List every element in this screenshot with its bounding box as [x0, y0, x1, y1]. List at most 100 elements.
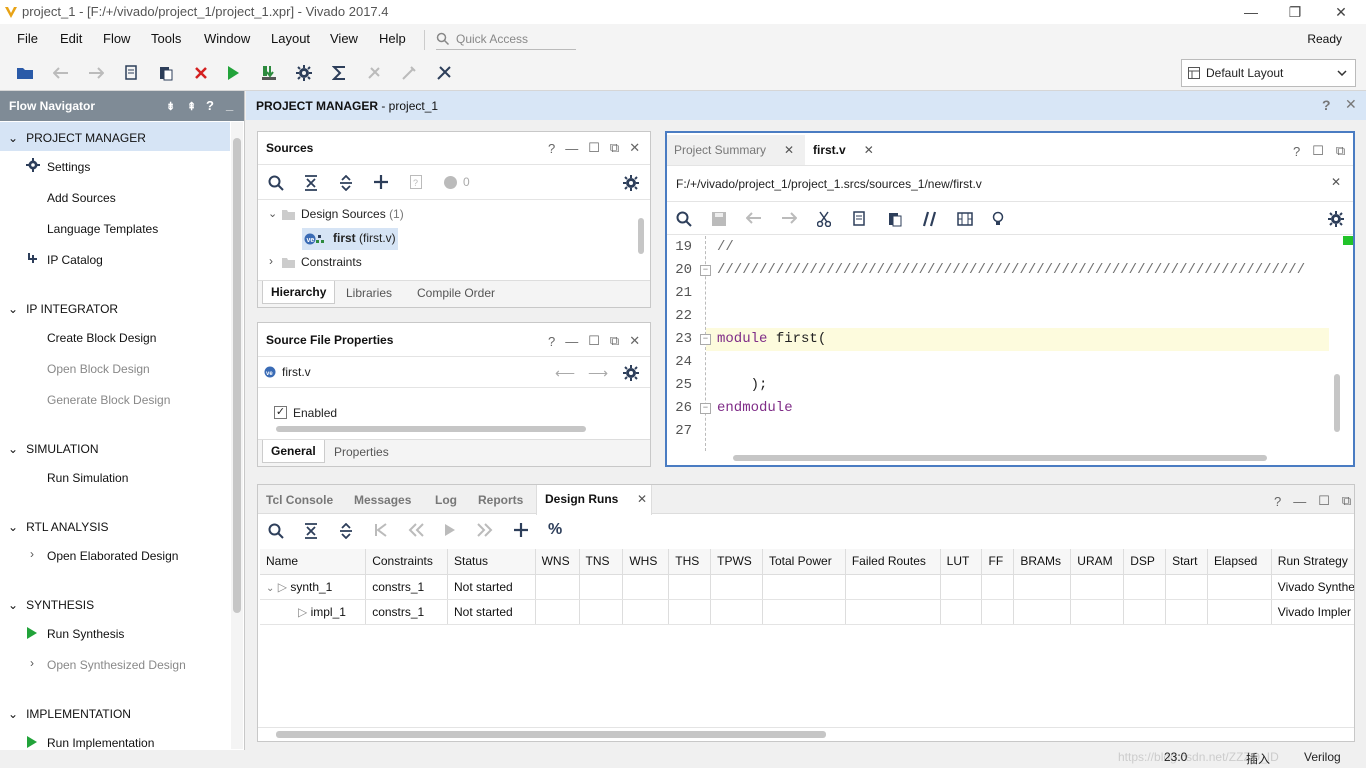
code-line[interactable]: 27 — [667, 420, 1331, 443]
help-icon[interactable]: ? — [548, 141, 555, 156]
first-icon[interactable] — [374, 523, 388, 537]
copy-icon[interactable] — [852, 211, 866, 227]
settings-gear-icon[interactable] — [623, 365, 639, 381]
forward-arrow-icon[interactable]: ⟶ — [588, 365, 608, 382]
settings-gear-icon[interactable] — [1328, 211, 1344, 227]
tab-libraries[interactable]: Libraries — [338, 282, 400, 304]
minimize-panel-icon[interactable]: _ — [226, 97, 233, 112]
menu-edit[interactable]: Edit — [60, 31, 82, 46]
help-icon[interactable]: ? — [1274, 494, 1281, 509]
quick-access-input[interactable]: Quick Access — [436, 28, 576, 50]
col-tns[interactable]: TNS — [579, 549, 624, 575]
sfp-hscrollbar[interactable] — [258, 423, 638, 435]
minimize-icon[interactable]: — — [565, 334, 578, 349]
section-rtl-analysis[interactable]: ⌄ RTL ANALYSIS — [8, 520, 109, 534]
col-brams[interactable]: BRAMs — [1013, 549, 1072, 575]
fold-toggle-icon[interactable]: − — [700, 403, 711, 414]
redo-icon[interactable] — [85, 62, 107, 84]
nav-open-synthesized-design[interactable]: Open Synthesized Design — [47, 658, 186, 672]
search-icon[interactable] — [268, 175, 284, 191]
close-icon[interactable]: ✕ — [629, 333, 640, 349]
tab-compile-order[interactable]: Compile Order — [409, 282, 503, 304]
col-failed-routes[interactable]: Failed Routes — [845, 549, 941, 575]
close-icon[interactable]: ✕ — [1331, 175, 1341, 189]
maximize-icon[interactable]: ☐ — [1318, 493, 1330, 509]
tab-messages[interactable]: Messages — [354, 485, 411, 514]
close-tab-icon[interactable]: ✕ — [784, 143, 794, 157]
minimize-icon[interactable]: — — [565, 141, 578, 156]
open-folder-icon[interactable] — [14, 62, 36, 84]
tab-design-runs[interactable]: Design Runs ✕ — [536, 485, 652, 515]
copy-icon[interactable] — [120, 62, 142, 84]
program-download-icon[interactable] — [258, 62, 280, 84]
float-icon[interactable]: ⧉ — [1336, 143, 1345, 159]
tree-first-file[interactable]: first (first.v) — [333, 231, 396, 245]
add-run-icon[interactable] — [513, 522, 529, 538]
tab-properties[interactable]: Properties — [326, 441, 397, 463]
nav-settings[interactable]: Settings — [47, 160, 90, 174]
code-line[interactable]: 26− endmodule — [667, 397, 1331, 420]
cut-icon[interactable] — [817, 211, 831, 227]
runs-hscrollbar[interactable] — [258, 727, 1354, 741]
sources-scrollbar[interactable] — [636, 202, 648, 278]
tree-design-sources[interactable]: Design Sources (1) — [301, 207, 404, 221]
paste-icon[interactable] — [155, 62, 177, 84]
properties-disabled-icon[interactable]: ? — [410, 175, 422, 189]
float-icon[interactable]: ⧉ — [610, 333, 619, 349]
nav-open-elaborated-design[interactable]: Open Elaborated Design — [47, 549, 178, 563]
code-line[interactable]: 21 — [667, 282, 1331, 305]
close-tab-icon[interactable]: ✕ — [864, 143, 874, 157]
col-uram[interactable]: URAM — [1070, 549, 1125, 575]
col-tpws[interactable]: TPWS — [710, 549, 763, 575]
search-icon[interactable] — [268, 523, 284, 539]
section-project-manager[interactable]: ⌄ PROJECT MANAGER — [8, 131, 146, 145]
scroll-thumb[interactable] — [638, 218, 644, 254]
section-simulation[interactable]: ⌄ SIMULATION — [8, 442, 99, 456]
code-line[interactable]: 23− module first( — [667, 328, 1331, 351]
nav-create-block-design[interactable]: Create Block Design — [47, 331, 156, 345]
debug-disabled-icon[interactable] — [363, 62, 385, 84]
chevron-right-icon[interactable]: › — [269, 254, 273, 268]
help-icon[interactable]: ? — [1322, 97, 1331, 113]
tab-tcl-console[interactable]: Tcl Console — [266, 485, 333, 514]
maximize-icon[interactable]: ☐ — [588, 140, 600, 156]
col-status[interactable]: Status — [447, 549, 536, 575]
nav-generate-block-design[interactable]: Generate Block Design — [47, 393, 170, 407]
tab-log[interactable]: Log — [435, 485, 457, 514]
help-icon[interactable]: ? — [206, 98, 214, 113]
col-dsp[interactable]: DSP — [1123, 549, 1167, 575]
code-line[interactable]: 19 // — [667, 236, 1331, 259]
close-icon[interactable]: ✕ — [629, 140, 640, 156]
back-arrow-icon[interactable]: ⟵ — [555, 365, 575, 382]
wand-disabled-icon[interactable] — [398, 62, 420, 84]
scroll-thumb[interactable] — [733, 455, 1267, 461]
tab-project-summary[interactable]: Project Summary ✕ — [667, 135, 805, 165]
menu-help[interactable]: Help — [379, 31, 406, 46]
section-ip-integrator[interactable]: ⌄ IP INTEGRATOR — [8, 302, 118, 316]
layout-select[interactable]: Default Layout — [1181, 59, 1356, 87]
scroll-thumb[interactable] — [1334, 374, 1340, 432]
float-icon[interactable]: ⧉ — [610, 140, 619, 156]
previous-icon[interactable] — [408, 523, 424, 537]
chevron-down-icon[interactable]: ⌄ — [268, 207, 277, 220]
section-implementation[interactable]: ⌄ IMPLEMENTATION — [8, 707, 131, 721]
table-row[interactable]: ▷ impl_1 constrs_1 Not started Vivado Im… — [260, 599, 1354, 625]
help-icon[interactable]: ? — [548, 334, 555, 349]
code-line[interactable]: 20−/////////////////////////////////////… — [667, 259, 1331, 282]
add-sources-icon[interactable] — [373, 174, 389, 190]
tab-hierarchy[interactable]: Hierarchy — [262, 281, 336, 304]
tab-general[interactable]: General — [262, 440, 325, 463]
nav-ip-catalog[interactable]: IP Catalog — [47, 253, 103, 267]
collapse-all-icon[interactable] — [304, 523, 318, 539]
undo-icon[interactable] — [50, 62, 72, 84]
delete-icon[interactable] — [190, 62, 212, 84]
close-tab-icon[interactable]: ✕ — [637, 492, 647, 506]
collapse-all-icon[interactable] — [304, 175, 318, 191]
editor-hscrollbar[interactable] — [717, 453, 1322, 463]
menu-layout[interactable]: Layout — [271, 31, 310, 46]
chevron-right-icon[interactable]: › — [30, 547, 34, 561]
scroll-thumb[interactable] — [276, 731, 826, 738]
tree-constraints[interactable]: Constraints — [301, 255, 362, 269]
code-line[interactable]: 22 — [667, 305, 1331, 328]
close-window-button[interactable]: ✕ — [1318, 0, 1364, 24]
